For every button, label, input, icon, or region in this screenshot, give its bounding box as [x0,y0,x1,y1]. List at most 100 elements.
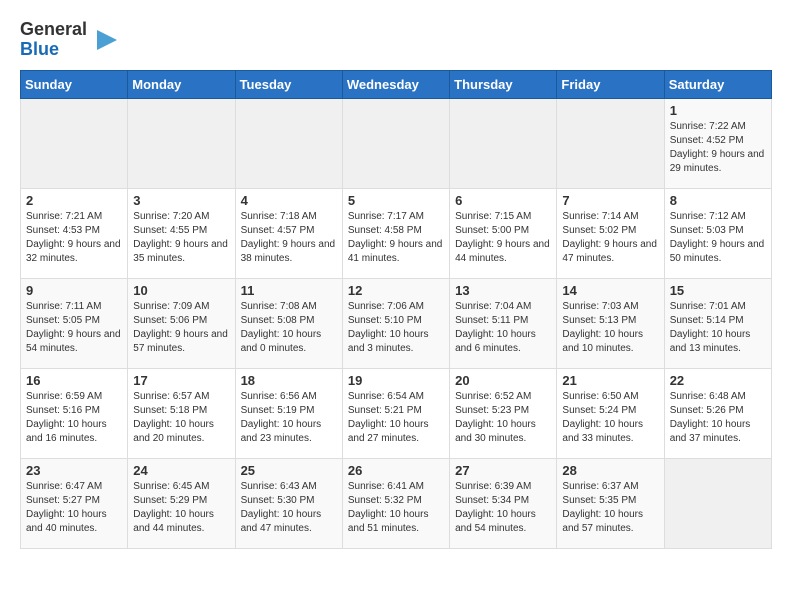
calendar-cell [128,98,235,188]
day-info: Sunrise: 7:18 AM Sunset: 4:57 PM Dayligh… [241,210,337,266]
day-number: 26 [348,463,444,478]
day-number: 21 [562,373,658,388]
day-number: 18 [241,373,337,388]
day-info: Sunrise: 6:41 AM Sunset: 5:32 PM Dayligh… [348,480,444,536]
calendar-cell [21,98,128,188]
calendar-cell [450,98,557,188]
day-info: Sunrise: 6:57 AM Sunset: 5:18 PM Dayligh… [133,390,229,446]
weekday-saturday: Saturday [664,70,771,98]
day-info: Sunrise: 7:12 AM Sunset: 5:03 PM Dayligh… [670,210,766,266]
calendar-cell: 1Sunrise: 7:22 AM Sunset: 4:52 PM Daylig… [664,98,771,188]
day-info: Sunrise: 6:50 AM Sunset: 5:24 PM Dayligh… [562,390,658,446]
calendar-cell: 15 Sunrise: 7:01 AM Sunset: 5:14 PM Dayli… [664,278,771,368]
calendar-cell: 8 Sunrise: 7:12 AM Sunset: 5:03 PM Daylig… [664,188,771,278]
weekday-wednesday: Wednesday [342,70,449,98]
week-row-5: 23 Sunrise: 6:47 AM Sunset: 5:27 PM Dayli… [21,458,772,548]
calendar-cell: 9 Sunrise: 7:11 AM Sunset: 5:05 PM Daylig… [21,278,128,368]
day-number: 20 [455,373,551,388]
day-number: 3 [133,193,229,208]
calendar-cell: 7 Sunrise: 7:14 AM Sunset: 5:02 PM Daylig… [557,188,664,278]
day-number: 28 [562,463,658,478]
day-number: 24 [133,463,229,478]
calendar-cell: 21 Sunrise: 6:50 AM Sunset: 5:24 PM Dayli… [557,368,664,458]
week-row-3: 9 Sunrise: 7:11 AM Sunset: 5:05 PM Daylig… [21,278,772,368]
day-number: 23 [26,463,122,478]
day-info: Sunrise: 7:09 AM Sunset: 5:06 PM Dayligh… [133,300,229,356]
day-info: Sunrise: 7:11 AM Sunset: 5:05 PM Dayligh… [26,300,122,356]
page-header: General Blue [20,20,772,60]
day-info: Sunrise: 7:08 AM Sunset: 5:08 PM Dayligh… [241,300,337,356]
calendar-cell: 10 Sunrise: 7:09 AM Sunset: 5:06 PM Dayli… [128,278,235,368]
calendar-cell [557,98,664,188]
day-info: Sunrise: 6:43 AM Sunset: 5:30 PM Dayligh… [241,480,337,536]
calendar-cell: 20 Sunrise: 6:52 AM Sunset: 5:23 PM Dayli… [450,368,557,458]
calendar-cell: 16 Sunrise: 6:59 AM Sunset: 5:16 PM Dayli… [21,368,128,458]
day-number: 13 [455,283,551,298]
weekday-thursday: Thursday [450,70,557,98]
calendar-cell: 6Sunrise: 7:15 AM Sunset: 5:00 PM Daylig… [450,188,557,278]
calendar-table: SundayMondayTuesdayWednesdayThursdayFrid… [20,70,772,549]
day-number: 5 [348,193,444,208]
day-number: 4 [241,193,337,208]
day-info: Sunrise: 6:45 AM Sunset: 5:29 PM Dayligh… [133,480,229,536]
day-number: 1 [670,103,766,118]
day-info: Sunrise: 7:15 AM Sunset: 5:00 PM Dayligh… [455,210,551,266]
logo: General Blue [20,20,121,60]
week-row-4: 16 Sunrise: 6:59 AM Sunset: 5:16 PM Dayli… [21,368,772,458]
day-number: 7 [562,193,658,208]
day-number: 8 [670,193,766,208]
calendar-cell: 12 Sunrise: 7:06 AM Sunset: 5:10 PM Dayli… [342,278,449,368]
calendar-cell: 26 Sunrise: 6:41 AM Sunset: 5:32 PM Dayli… [342,458,449,548]
day-info: Sunrise: 6:52 AM Sunset: 5:23 PM Dayligh… [455,390,551,446]
calendar-cell: 25 Sunrise: 6:43 AM Sunset: 5:30 PM Dayli… [235,458,342,548]
day-info: Sunrise: 7:03 AM Sunset: 5:13 PM Dayligh… [562,300,658,356]
weekday-friday: Friday [557,70,664,98]
calendar-cell: 5 Sunrise: 7:17 AM Sunset: 4:58 PM Daylig… [342,188,449,278]
day-info: Sunrise: 7:20 AM Sunset: 4:55 PM Dayligh… [133,210,229,266]
calendar-cell [342,98,449,188]
logo-text: General Blue [20,20,87,60]
calendar-cell: 14 Sunrise: 7:03 AM Sunset: 5:13 PM Dayli… [557,278,664,368]
day-number: 12 [348,283,444,298]
calendar-cell [664,458,771,548]
day-number: 17 [133,373,229,388]
day-number: 27 [455,463,551,478]
logo-blue: Blue [20,39,59,59]
day-info: Sunrise: 6:48 AM Sunset: 5:26 PM Dayligh… [670,390,766,446]
calendar-cell: 2 Sunrise: 7:21 AM Sunset: 4:53 PM Daylig… [21,188,128,278]
calendar-cell: 13 Sunrise: 7:04 AM Sunset: 5:11 PM Dayli… [450,278,557,368]
day-number: 19 [348,373,444,388]
weekday-tuesday: Tuesday [235,70,342,98]
day-info: Sunrise: 7:01 AM Sunset: 5:14 PM Dayligh… [670,300,766,356]
weekday-header-row: SundayMondayTuesdayWednesdayThursdayFrid… [21,70,772,98]
day-info: Sunrise: 7:21 AM Sunset: 4:53 PM Dayligh… [26,210,122,266]
day-number: 10 [133,283,229,298]
calendar-cell [235,98,342,188]
day-info: Sunrise: 7:04 AM Sunset: 5:11 PM Dayligh… [455,300,551,356]
day-info: Sunrise: 6:47 AM Sunset: 5:27 PM Dayligh… [26,480,122,536]
day-info: Sunrise: 7:14 AM Sunset: 5:02 PM Dayligh… [562,210,658,266]
day-info: Sunrise: 6:59 AM Sunset: 5:16 PM Dayligh… [26,390,122,446]
day-info: Sunrise: 6:54 AM Sunset: 5:21 PM Dayligh… [348,390,444,446]
calendar-cell: 4 Sunrise: 7:18 AM Sunset: 4:57 PM Daylig… [235,188,342,278]
weekday-monday: Monday [128,70,235,98]
calendar-cell: 3 Sunrise: 7:20 AM Sunset: 4:55 PM Daylig… [128,188,235,278]
calendar-cell: 11Sunrise: 7:08 AM Sunset: 5:08 PM Dayli… [235,278,342,368]
day-number: 15 [670,283,766,298]
week-row-1: 1Sunrise: 7:22 AM Sunset: 4:52 PM Daylig… [21,98,772,188]
week-row-2: 2 Sunrise: 7:21 AM Sunset: 4:53 PM Daylig… [21,188,772,278]
day-info: Sunrise: 6:56 AM Sunset: 5:19 PM Dayligh… [241,390,337,446]
day-number: 2 [26,193,122,208]
day-number: 14 [562,283,658,298]
day-info: Sunrise: 7:17 AM Sunset: 4:58 PM Dayligh… [348,210,444,266]
day-number: 25 [241,463,337,478]
calendar-cell: 23 Sunrise: 6:47 AM Sunset: 5:27 PM Dayli… [21,458,128,548]
logo-general: General [20,19,87,39]
day-info: Sunrise: 7:06 AM Sunset: 5:10 PM Dayligh… [348,300,444,356]
calendar-cell: 19 Sunrise: 6:54 AM Sunset: 5:21 PM Dayli… [342,368,449,458]
day-number: 16 [26,373,122,388]
weekday-sunday: Sunday [21,70,128,98]
day-info: Sunrise: 6:37 AM Sunset: 5:35 PM Dayligh… [562,480,658,536]
day-number: 9 [26,283,122,298]
calendar-cell: 18 Sunrise: 6:56 AM Sunset: 5:19 PM Dayli… [235,368,342,458]
